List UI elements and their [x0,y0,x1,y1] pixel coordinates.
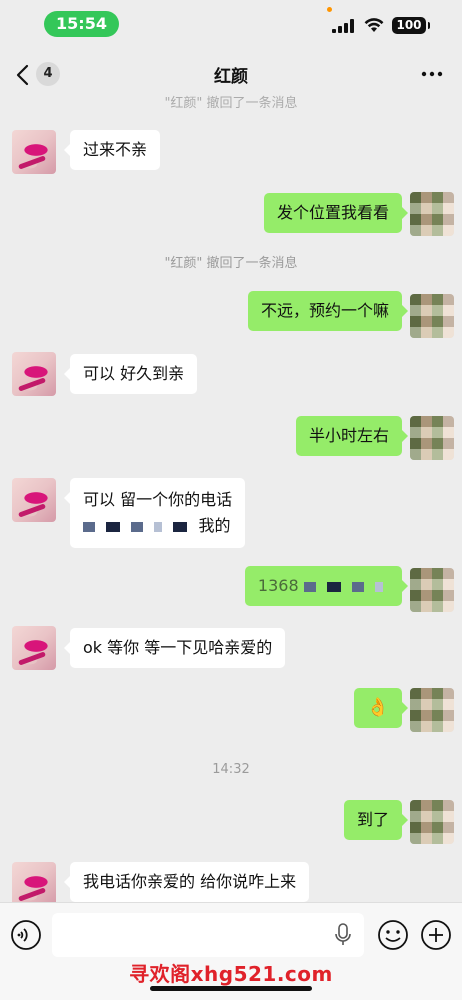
my-avatar[interactable] [410,192,454,236]
redaction-block [351,581,364,592]
message-sent[interactable]: 不远，预约一个嘛 [247,291,409,331]
redaction-block [326,581,341,592]
redaction-block [106,521,121,532]
message-received-multiline[interactable]: 可以 留一个你的电话 我的 [63,478,246,548]
message-sent[interactable]: 发个位置我看看 [263,193,409,233]
redaction-block [173,521,188,532]
home-indicator[interactable] [150,986,312,991]
chat-title: 红颜 [214,67,248,87]
message-input[interactable] [52,913,364,957]
my-avatar[interactable] [410,294,454,338]
status-time: 15:54 [44,11,119,37]
system-note-recall: "红颜" 撤回了一条消息 [164,256,298,271]
contact-avatar[interactable] [12,352,56,396]
redaction-block [131,521,144,532]
message-list[interactable]: "红颜" 撤回了一条消息 过来不亲 发个位置我看看 "红颜" 撤回了一条消息 不… [0,90,462,902]
message-sent[interactable]: 半小时左右 [295,416,409,456]
my-avatar[interactable] [410,688,454,732]
contact-avatar[interactable] [12,478,56,522]
redaction-block [154,521,163,532]
phone-prefix: 1368 [257,576,299,595]
my-avatar[interactable] [410,416,454,460]
redaction-block [83,521,95,532]
message-sent-redacted[interactable]: 1368 [244,566,409,606]
plus-icon[interactable] [419,918,453,952]
message-sent[interactable]: 到了 [343,800,409,840]
watermark-text: 寻欢阁xhg521.com [129,962,333,986]
status-bar: 15:54 100 [0,0,462,48]
my-avatar[interactable] [410,800,454,844]
message-text-tail: 我的 [198,516,231,535]
contact-avatar[interactable] [12,862,56,902]
wifi-icon [364,18,384,32]
chat-timestamp: 14:32 [212,762,250,777]
voice-icon[interactable] [10,919,42,951]
message-line-redacted: 我的 [83,513,232,539]
battery-icon: 100 [392,17,430,34]
contact-avatar[interactable] [12,626,56,670]
system-note-recall: "红颜" 撤回了一条消息 [164,96,298,111]
message-sent-emoji[interactable]: 👌 [353,688,409,728]
signal-icon [332,19,354,33]
contact-avatar[interactable] [12,130,56,174]
emoji-icon[interactable] [376,918,410,952]
my-avatar[interactable] [410,568,454,612]
privacy-indicator-dot [327,7,332,12]
message-received[interactable]: 可以 好久到亲 [63,354,198,394]
message-received[interactable]: ok 等你 等一下见哈亲爱的 [63,628,286,668]
more-icon[interactable] [420,64,444,84]
message-received[interactable]: 我电话你亲爱的 给你说咋上来 [63,862,310,902]
redaction-block [303,581,316,592]
redaction-block [375,581,383,592]
mic-icon[interactable] [334,923,352,947]
message-line: 可以 留一个你的电话 [83,490,233,509]
message-received[interactable]: 过来不亲 [63,130,161,170]
